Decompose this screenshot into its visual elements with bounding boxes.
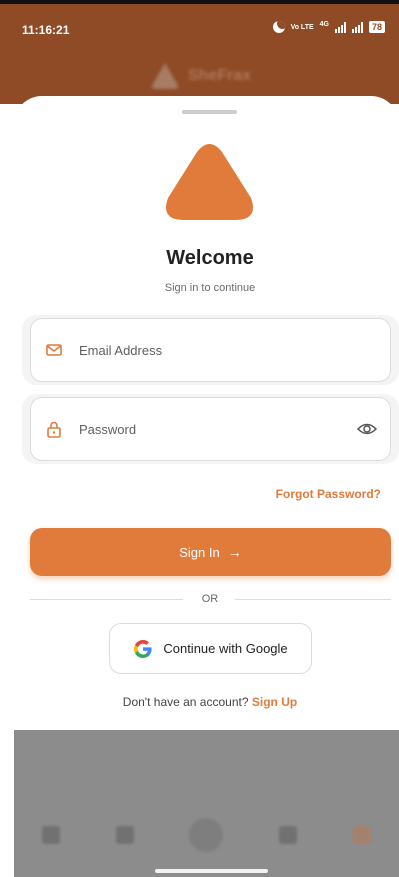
nav-item-home [41,825,60,850]
arrow-right-icon: → [227,544,242,560]
background-brand: SheFrax [150,63,251,89]
nav-item-cart [115,825,134,850]
sign-in-button[interactable]: Sign In → [30,528,391,576]
page-title: Welcome [166,247,254,269]
volte-label: Vo LTE [290,23,314,31]
forgot-password-link[interactable]: Forgot Password? [276,487,381,501]
nav-item-center [189,817,224,858]
google-sign-in-button[interactable]: Continue with Google [109,623,312,674]
page-subtitle: Sign in to continue [164,282,256,294]
center-action-icon [189,817,224,852]
password-input[interactable] [79,398,342,460]
background-logo-icon [150,63,180,89]
status-icons: Vo LTE 4G 78 [272,21,385,33]
password-field[interactable] [30,397,391,461]
profile-icon [353,825,372,844]
divider-right [235,599,391,600]
background-brand-text: SheFrax [188,67,252,84]
brand-logo-icon [166,144,253,220]
home-icon [41,825,60,844]
status-time: 11:16:21 [22,23,70,37]
google-logo-icon [134,639,152,658]
email-input[interactable] [79,319,342,381]
battery-icon: 78 [368,21,385,33]
sign-up-link[interactable]: Sign Up [252,695,297,709]
cart-icon [115,825,134,844]
mail-icon [46,344,62,356]
sign-up-prompt: Don't have an account? [122,695,249,709]
eye-icon[interactable] [356,418,378,440]
network-label: 4G [319,21,329,28]
nav-item-profile [353,825,372,850]
chat-icon [279,825,298,844]
status-bar: 11:16:21 Vo LTE 4G 78 [0,4,399,104]
sign-in-label: Sign In [179,544,220,560]
signal-icon-2 [351,21,363,33]
nav-item-chat [279,825,298,850]
home-indicator[interactable] [155,869,268,873]
email-field[interactable] [30,318,391,382]
lock-icon [47,421,61,438]
drag-handle[interactable] [182,110,237,114]
sign-up-row: Don't have an account? Sign Up [0,695,399,709]
signal-icon [334,21,346,33]
bottom-nav-blurred [14,798,399,877]
moon-icon [272,21,285,33]
google-sign-in-label: Continue with Google [163,641,288,656]
